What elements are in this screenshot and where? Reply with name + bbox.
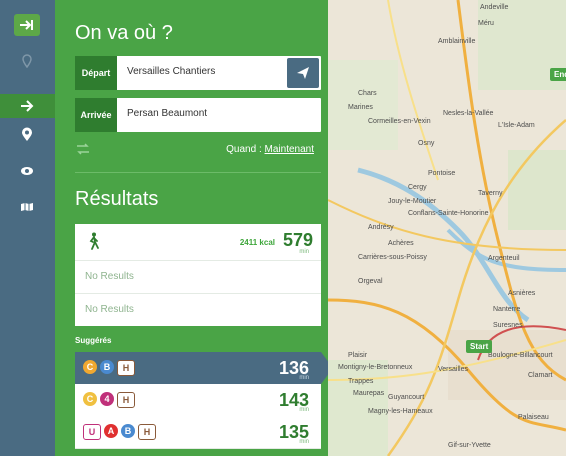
map-icon[interactable] (13, 196, 41, 218)
line-icons: UABH (83, 424, 156, 440)
map-place-label: Achères (388, 240, 414, 247)
transit-line-badge: U (83, 424, 101, 440)
divider (75, 172, 321, 173)
map-place-label: Pontoise (428, 170, 456, 177)
transit-line-badge: B (121, 424, 135, 438)
map-place-label: Marines (348, 104, 373, 111)
walk-minutes-unit: min (299, 249, 309, 255)
departure-value[interactable]: Versailles Chantiers (127, 66, 215, 77)
map-place-label: Argenteuil (488, 255, 520, 262)
swap-icon[interactable] (75, 143, 91, 155)
map-place-label: Gif-sur-Yvette (448, 442, 491, 449)
walk-result-row[interactable]: 2411 kcal 579 min (75, 224, 321, 261)
transit-line-badge: 4 (100, 392, 114, 406)
map-place-label: Boulogne-Billancourt (488, 352, 553, 359)
map-place-label: Amblainville (438, 38, 476, 45)
arrival-tag: Arrivée (75, 98, 117, 132)
arrow-right-icon[interactable] (13, 95, 41, 117)
start-pin[interactable]: Start (466, 340, 493, 353)
map-place-label: Chars (358, 90, 377, 97)
map-place-label: Andeville (480, 4, 509, 11)
suggestion-row[interactable]: C4H 143 min (75, 384, 321, 417)
transit-line-badge: A (104, 424, 118, 438)
transit-line-badge: H (117, 360, 135, 376)
map-place-label: Asnières (508, 290, 536, 297)
arrow-in-icon[interactable] (14, 14, 40, 36)
map-place-label: Plaisir (348, 352, 368, 359)
no-result-text: No Results (85, 271, 134, 282)
map-place-label: Maurepas (353, 390, 385, 397)
map-place-label: Andrésy (368, 224, 394, 231)
map-place-label: Carrières-sous-Poissy (358, 254, 427, 261)
no-result-row: No Results (75, 261, 321, 294)
suggestion-row[interactable]: UABH 135 min (75, 416, 321, 449)
results-title: Résultats (75, 188, 159, 210)
map-place-label: Cergy (408, 184, 427, 191)
map-place-label: Nesles-la-Vallée (443, 110, 494, 117)
map-view[interactable]: Andeville Méru Amblainville Chars Marines Nes… (328, 0, 566, 456)
map-place-label: Orgeval (358, 278, 383, 285)
suggestion-row[interactable]: CBH 136 min (75, 352, 321, 384)
eye-icon[interactable] (13, 160, 41, 182)
map-place-label: Clamart (528, 372, 553, 379)
transit-line-badge: H (117, 392, 135, 408)
suggestion-minutes-unit: min (299, 375, 309, 381)
transit-line-badge: B (100, 360, 114, 374)
end-pin[interactable]: End (550, 68, 566, 81)
departure-field[interactable]: Départ Versailles Chantiers (75, 56, 321, 90)
map-place-label: Conflans-Sainte-Honorine (408, 210, 489, 217)
locate-button[interactable] (287, 58, 319, 88)
map-place-label: Versailles (438, 366, 468, 373)
map-place-label: Magny-les-Hameaux (368, 408, 433, 415)
map-place-label: Cormeilles-en-Vexin (368, 118, 431, 125)
left-rail (0, 0, 58, 456)
suggestion-minutes-unit: min (299, 407, 309, 413)
map-place-label: Montigny-le-Bretonneux (338, 364, 413, 371)
map-place-label: Guyancourt (388, 394, 425, 401)
results-card: 2411 kcal 579 min No Results No Results (75, 224, 321, 326)
map-place-label: Taverny (478, 190, 503, 197)
map-place-label: Osny (418, 140, 435, 147)
when-value-link[interactable]: Maintenant (265, 144, 314, 155)
send-arrow-icon (297, 67, 309, 79)
kcal-value: 2411 kcal (239, 238, 275, 247)
no-result-text: No Results (85, 304, 134, 315)
transit-line-badge: C (83, 360, 97, 374)
map-place-label: Méru (478, 20, 494, 27)
arrival-value[interactable]: Persan Beaumont (127, 108, 207, 119)
map-place-label: Trappes (348, 378, 374, 385)
when-selector[interactable]: Quand : Maintenant (226, 144, 314, 155)
location-pin-icon[interactable] (13, 123, 41, 145)
page-title: On va où ? (75, 22, 173, 44)
walk-minutes: 579 (282, 230, 313, 250)
map-place-label: Suresnes (493, 322, 523, 329)
walking-icon (89, 232, 99, 250)
transit-line-badge: H (138, 424, 156, 440)
departure-tag: Départ (75, 56, 117, 90)
no-result-row: No Results (75, 294, 321, 326)
map-place-label: L'Isle-Adam (498, 122, 535, 129)
transit-line-badge: C (83, 392, 97, 406)
planner-panel: On va où ? Départ Versailles Chantiers A… (55, 0, 328, 456)
map-place-label: Nanterre (493, 306, 521, 313)
when-label: Quand : (226, 144, 262, 155)
arrival-field[interactable]: Arrivée Persan Beaumont (75, 98, 321, 132)
map-place-label: Jouy-le-Moutier (388, 198, 437, 205)
map-place-label: Palaiseau (518, 414, 549, 421)
suggestion-minutes-unit: min (299, 439, 309, 445)
map-roads (328, 0, 566, 456)
line-icons: CBH (83, 360, 135, 376)
line-icons: C4H (83, 392, 135, 408)
suggestions-label: Suggérés (75, 336, 112, 345)
map-pin-icon[interactable] (13, 50, 41, 72)
